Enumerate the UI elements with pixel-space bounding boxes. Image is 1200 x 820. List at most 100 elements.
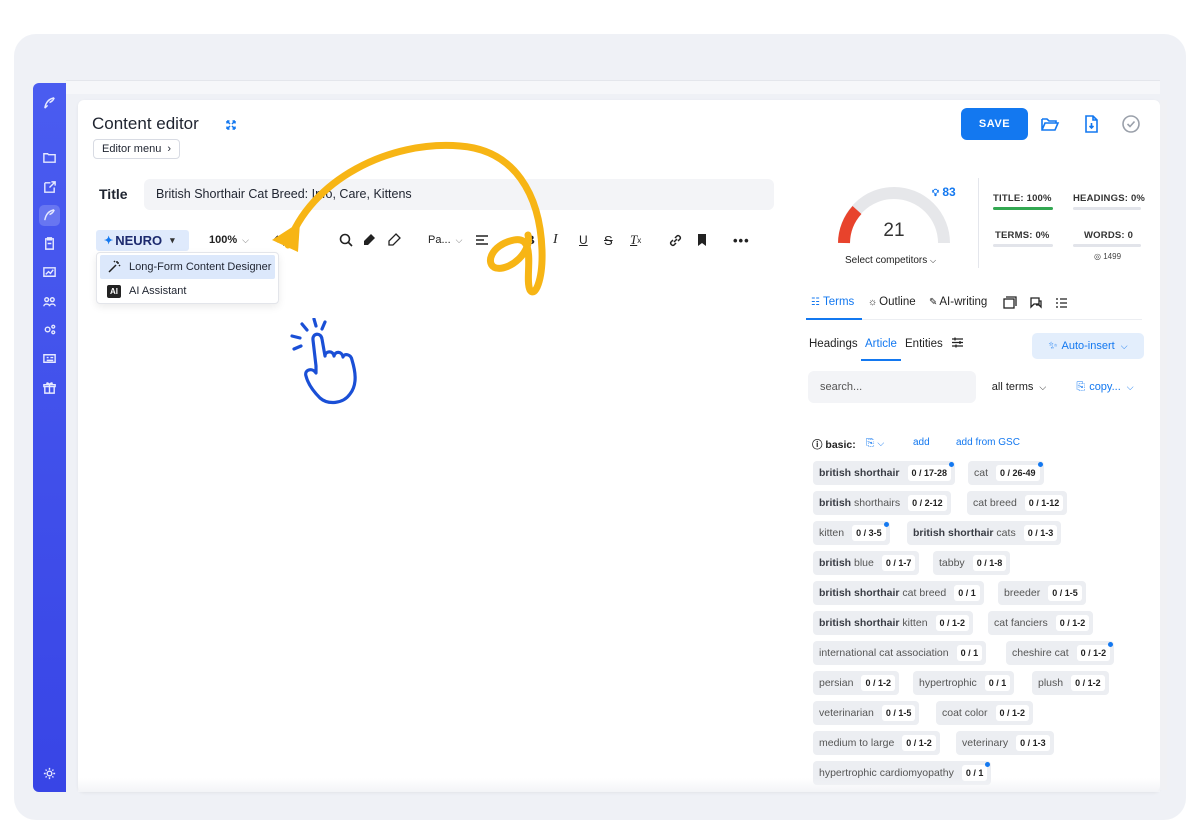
- ai-badge-text: AI: [107, 284, 121, 298]
- term-count: 0 / 1-2: [861, 675, 895, 691]
- term-label: veterinarian: [819, 707, 874, 719]
- theme-sun-icon[interactable]: [39, 763, 60, 784]
- term-count: 0 / 1-12: [1024, 495, 1064, 511]
- select-competitors-button[interactable]: Select competitors ⌵: [845, 255, 936, 266]
- term-count: 0 / 1-5: [881, 705, 916, 721]
- status-dot: [949, 462, 955, 467]
- terms-search-input[interactable]: search...: [808, 371, 976, 403]
- underline-icon[interactable]: U: [579, 229, 588, 251]
- filter-sliders-icon[interactable]: [951, 336, 964, 352]
- term-chip[interactable]: british shorthair kitten 0 / 1-2: [813, 611, 974, 635]
- more-options-icon[interactable]: •••: [733, 229, 750, 251]
- save-button[interactable]: SAVE: [961, 108, 1028, 140]
- status-dot: [1108, 642, 1114, 647]
- term-label: medium to large: [819, 737, 894, 749]
- term-chip[interactable]: british shorthair cats 0 / 1-3: [907, 521, 1062, 545]
- term-rest-part: cat breed: [899, 587, 947, 599]
- tab-terms-label: Terms: [822, 296, 855, 308]
- neuro-dropdown-menu: Long-Form Content Designer AI AI Assista…: [96, 252, 279, 304]
- words-target: ◎ 1499: [1094, 252, 1121, 261]
- term-label: british shorthair cat breed: [819, 587, 946, 599]
- tab-outline[interactable]: ☼ Outline: [868, 296, 916, 308]
- title-field-label: Title: [99, 186, 128, 202]
- subtab-headings[interactable]: Headings: [809, 338, 858, 350]
- term-chip[interactable]: veterinary 0 / 1-3: [956, 731, 1054, 755]
- term-count: 0 / 1-2: [1076, 642, 1114, 661]
- term-label: international cat association: [819, 647, 949, 659]
- tab-images-icon[interactable]: [1003, 296, 1017, 310]
- basic-terms-label: ⓘ basic:: [812, 437, 856, 452]
- add-from-gsc-link[interactable]: add from GSC: [956, 437, 1020, 448]
- term-chip[interactable]: veterinarian 0 / 1-5: [813, 701, 920, 725]
- info-icon: ⓘ: [812, 439, 823, 451]
- subtab-article[interactable]: Article: [865, 338, 897, 350]
- auto-insert-button[interactable]: ✨︎ Auto-insert ⌵: [1032, 333, 1144, 359]
- term-label: cat breed: [973, 497, 1017, 509]
- analytics-icon[interactable]: [39, 262, 60, 283]
- tab-list-icon[interactable]: [1055, 296, 1069, 310]
- id-card-icon[interactable]: [39, 348, 60, 369]
- term-label: plush: [1038, 677, 1063, 689]
- menu-item-label: AI Assistant: [129, 285, 187, 297]
- term-rest-part: breeder: [1004, 587, 1041, 599]
- zoom-select[interactable]: 100% ⌵: [209, 229, 249, 251]
- settings-icon[interactable]: [39, 319, 60, 340]
- term-chip[interactable]: cat breed 0 / 1-12: [967, 491, 1068, 515]
- vertical-scrollbar[interactable]: [1160, 100, 1167, 790]
- title-progress-bar: [993, 207, 1053, 210]
- term-count: 0 / 1-8: [972, 555, 1007, 571]
- folders-icon[interactable]: [39, 147, 60, 168]
- strikethrough-icon[interactable]: S: [604, 229, 613, 251]
- chevron-down-icon: ⌵: [1126, 381, 1134, 392]
- feather-logo-icon[interactable]: [39, 93, 60, 114]
- gift-icon[interactable]: [39, 377, 60, 398]
- tab-terms[interactable]: ☷ Terms: [811, 296, 854, 308]
- term-chip[interactable]: plush 0 / 1-2: [1032, 671, 1109, 695]
- folder-open-icon[interactable]: [1039, 113, 1061, 135]
- expand-icon[interactable]: [224, 118, 238, 132]
- term-chip[interactable]: international cat association 0 / 1: [813, 641, 987, 665]
- term-chip[interactable]: british blue 0 / 1-7: [813, 551, 920, 575]
- content-editor-icon[interactable]: [39, 205, 60, 226]
- chevron-down-icon: ⌵: [242, 234, 249, 245]
- check-circle-icon[interactable]: [1120, 113, 1142, 135]
- select-competitors-label: Select competitors: [845, 255, 928, 266]
- term-chip[interactable]: british shorthair 0 / 17-28: [813, 461, 956, 485]
- term-rest-part: cat: [974, 467, 989, 479]
- term-count: 0 / 1-2: [1055, 615, 1090, 631]
- term-chip[interactable]: cat 0 / 26-49: [968, 461, 1044, 485]
- menu-item-long-form-content-designer[interactable]: Long-Form Content Designer: [100, 255, 275, 279]
- export-document-icon[interactable]: [1080, 113, 1102, 135]
- export-icon[interactable]: [39, 177, 60, 198]
- term-chip[interactable]: coat color 0 / 1-2: [936, 701, 1034, 725]
- term-chip[interactable]: cheshire cat 0 / 1-2: [1006, 641, 1115, 665]
- term-label: breeder: [1004, 587, 1040, 599]
- tab-ai-writing[interactable]: ✎ AI-writing: [929, 296, 987, 308]
- term-chip[interactable]: kitten 0 / 3-5: [813, 521, 890, 545]
- term-chip[interactable]: british shorthair cat breed 0 / 1: [813, 581, 984, 605]
- term-chip[interactable]: persian 0 / 1-2: [813, 671, 899, 695]
- bookmark-icon[interactable]: [696, 229, 708, 251]
- editor-menu-button[interactable]: Editor menu ›: [93, 139, 181, 159]
- add-term-link[interactable]: add: [913, 437, 930, 448]
- page-title: Content editor: [92, 114, 199, 133]
- term-chip[interactable]: medium to large 0 / 1-2: [813, 731, 940, 755]
- clipboard-icon[interactable]: [39, 233, 60, 254]
- subtab-entities[interactable]: Entities: [905, 338, 943, 350]
- term-chip[interactable]: cat fanciers 0 / 1-2: [988, 611, 1094, 635]
- link-icon[interactable]: [668, 229, 683, 251]
- term-chip[interactable]: breeder 0 / 1-5: [998, 581, 1086, 605]
- copy-terms-button[interactable]: ⎘ copy... ⌵: [1064, 371, 1146, 403]
- team-icon[interactable]: [39, 291, 60, 312]
- term-chip[interactable]: tabby 0 / 1-8: [933, 551, 1011, 575]
- basic-copy-button[interactable]: ⎘ ⌵: [866, 437, 884, 450]
- clear-format-icon[interactable]: Tx: [630, 229, 641, 251]
- term-matched-part: british: [819, 557, 852, 569]
- term-count: 0 / 3-5: [852, 522, 889, 541]
- term-chip[interactable]: hypertrophic 0 / 1: [913, 671, 1015, 695]
- neuro-ai-button[interactable]: ✦ NEURO ▾: [96, 230, 189, 251]
- tab-comments-icon[interactable]: [1029, 296, 1043, 310]
- menu-item-ai-assistant[interactable]: AI AI Assistant: [97, 279, 278, 303]
- all-terms-select[interactable]: all terms ⌵: [980, 371, 1058, 403]
- term-chip[interactable]: british shorthairs 0 / 2-12: [813, 491, 951, 515]
